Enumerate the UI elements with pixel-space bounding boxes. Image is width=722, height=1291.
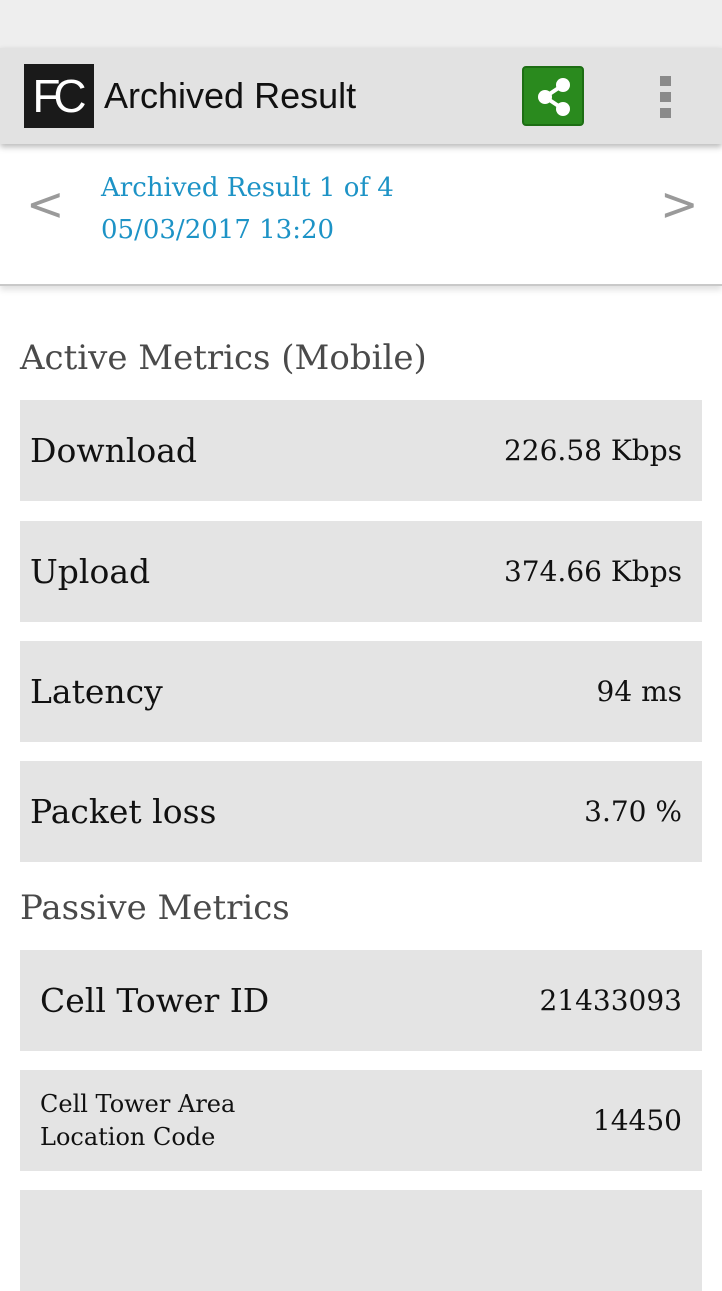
metric-value: 94 ms: [596, 675, 682, 708]
metric-label: Packet loss: [30, 792, 217, 831]
metric-label: Cell Tower Area Location Code: [40, 1088, 340, 1154]
metric-row-download: Download 226.58 Kbps: [20, 400, 702, 501]
metric-row-cell-tower-id: Cell Tower ID 21433093: [20, 950, 702, 1051]
metric-value: 21433093: [539, 984, 682, 1017]
metric-label: Latency: [30, 672, 163, 711]
result-counter: Archived Result 1 of 4: [101, 173, 394, 203]
metric-row-upload: Upload 374.66 Kbps: [20, 521, 702, 622]
app-bar: FC Archived Result: [0, 48, 722, 144]
metric-row-next: [20, 1190, 702, 1291]
metric-value: 374.66 Kbps: [503, 555, 682, 588]
result-navigation: < Archived Result 1 of 4 05/03/2017 13:2…: [0, 144, 722, 286]
overflow-menu-dot: [660, 92, 671, 102]
metric-row-packet-loss: Packet loss 3.70 %: [20, 761, 702, 862]
metric-value: 14450: [592, 1104, 682, 1137]
metric-row-cell-tower-lac: Cell Tower Area Location Code 14450: [20, 1070, 702, 1171]
metric-value: 3.70 %: [584, 795, 682, 828]
metric-label: Upload: [30, 552, 151, 591]
metric-label: Download: [30, 431, 198, 470]
metric-value: 226.58 Kbps: [503, 434, 682, 467]
metric-label: Cell Tower ID: [40, 981, 270, 1020]
passive-metrics-heading: Passive Metrics: [20, 888, 290, 928]
app-title: Archived Result: [104, 75, 357, 116]
fcc-logo-text: FC: [32, 70, 86, 122]
metric-label-line: Cell Tower Area: [40, 1090, 236, 1118]
next-result-button[interactable]: >: [660, 174, 699, 234]
previous-result-button[interactable]: <: [26, 174, 65, 234]
overflow-menu-dot: [660, 108, 671, 118]
share-icon: [538, 78, 570, 116]
metric-row-latency: Latency 94 ms: [20, 641, 702, 742]
metrics-content[interactable]: Active Metrics (Mobile) Download 226.58 …: [0, 286, 722, 1291]
fcc-logo: FC: [24, 64, 94, 128]
metric-label-line: Location Code: [40, 1123, 216, 1151]
share-button[interactable]: [522, 66, 584, 126]
result-timestamp: 05/03/2017 13:20: [101, 215, 335, 245]
active-metrics-heading: Active Metrics (Mobile): [20, 338, 427, 378]
status-bar: [0, 0, 722, 48]
overflow-menu-button[interactable]: [652, 72, 680, 122]
overflow-menu-icon: [660, 76, 671, 86]
